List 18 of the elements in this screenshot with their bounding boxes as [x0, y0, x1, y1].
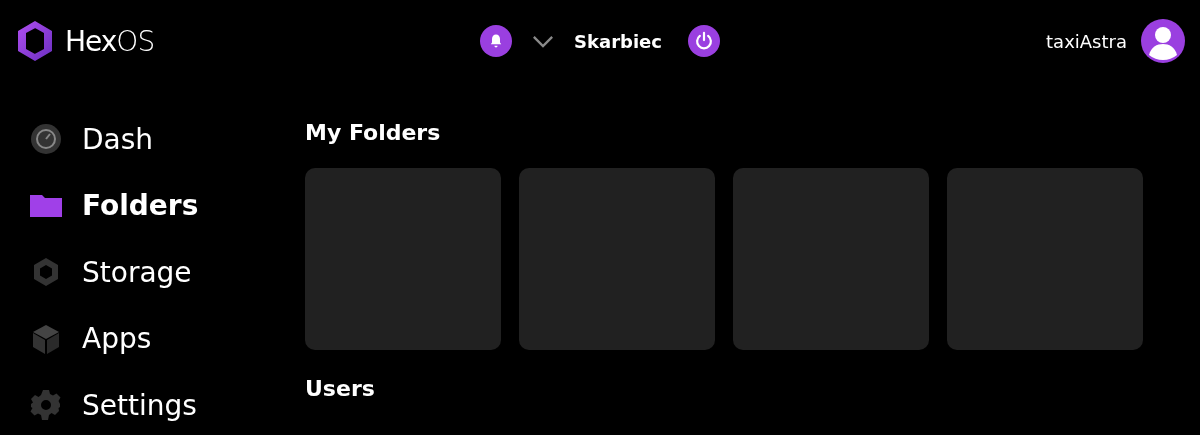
sidebar-item[interactable]: Dash [0, 106, 305, 173]
hexagon-logo-icon [15, 19, 55, 63]
logo-text: HexOS [65, 24, 155, 58]
chevron-down-icon[interactable] [532, 34, 555, 48]
power-icon[interactable] [687, 25, 720, 57]
gauge-icon [30, 123, 62, 156]
sidebar-item[interactable]: Folders [0, 172, 305, 239]
server-name: Skarbiec [574, 30, 662, 52]
sidebar-item[interactable]: Settings [0, 372, 305, 435]
cube-icon [30, 322, 62, 355]
sidebar-item[interactable]: Storage [0, 239, 305, 306]
settings-icon [30, 389, 62, 422]
notification-bell-icon[interactable] [480, 25, 513, 57]
avatar-icon[interactable] [1141, 19, 1185, 63]
username: taxiAstra [1046, 30, 1127, 52]
section-title: Users [305, 375, 376, 403]
sidebar-item[interactable]: Apps [0, 305, 305, 372]
section-title: My Folders [305, 119, 442, 147]
